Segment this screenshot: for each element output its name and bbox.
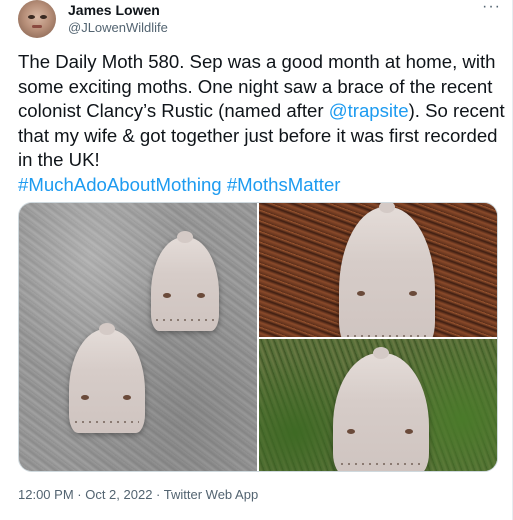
avatar[interactable] (18, 0, 56, 38)
moth-image (69, 323, 145, 433)
photo-moth-on-bark-chips[interactable] (259, 203, 497, 337)
hashtag-link[interactable]: #MuchAdoAboutMothing (18, 174, 222, 195)
tweet-text: The Daily Moth 580. Sep was a good month… (18, 50, 506, 197)
tweet-source[interactable]: Twitter Web App (164, 487, 258, 502)
avatar-eye (28, 15, 35, 19)
photo-moth-on-moss[interactable] (259, 339, 497, 471)
meta-separator: · (152, 487, 164, 502)
more-options-icon[interactable]: ··· (482, 0, 501, 15)
meta-separator: · (73, 487, 86, 502)
author-handle[interactable]: @JLowenWildlife (68, 20, 168, 35)
hashtag-link[interactable]: #MothsMatter (227, 174, 341, 195)
moth-image (333, 347, 429, 471)
tweet-meta: 12:00 PM · Oct 2, 2022 · Twitter Web App (18, 487, 258, 502)
author-display-name[interactable]: James Lowen (68, 2, 160, 18)
photo-two-moths-on-stone[interactable] (19, 203, 257, 471)
tweet-card: James Lowen @JLowenWildlife ··· The Dail… (0, 0, 513, 520)
moth-image (339, 203, 435, 337)
tweet-time[interactable]: 12:00 PM (18, 487, 74, 502)
mention-link[interactable]: @trapsite (329, 100, 409, 121)
avatar-mouth (32, 25, 42, 28)
avatar-eye (40, 15, 47, 19)
moth-image (151, 231, 219, 331)
media-grid (18, 202, 498, 472)
tweet-date[interactable]: Oct 2, 2022 (85, 487, 152, 502)
